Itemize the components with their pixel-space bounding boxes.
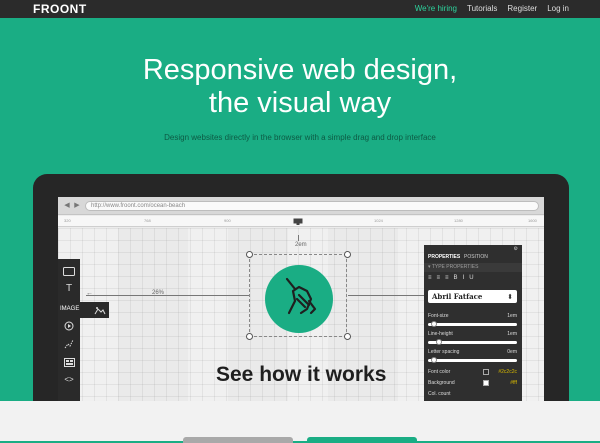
letter-spacing-slider[interactable] [428,357,517,363]
bottom-section [0,401,600,441]
align-right-icon[interactable]: ≡ [445,275,454,281]
font-size-value: 1em [507,313,517,319]
hero-title-line1: Responsive web design, [142,54,458,86]
nav-link-hiring[interactable]: We're hiring [415,4,457,13]
browser-chrome: ◀ ▶ http://www.froont.com/ocean-beach [58,197,544,215]
slider-knob[interactable] [431,357,437,363]
col-count-row: Col. count [428,391,517,397]
slider-knob[interactable] [436,339,442,345]
left-dimension-label: 26% [152,290,165,296]
align-left-icon[interactable]: ≡ [428,275,437,281]
slider-knob[interactable] [431,321,437,327]
top-dimension-label: 2em [295,242,307,248]
line-height-label: Line-height [428,331,453,337]
ruler-tick: 1024 [374,218,383,223]
video-icon [64,321,74,331]
chevron-right-icon[interactable]: ▶ [73,202,81,210]
properties-panel: ⚙ PROPERTIES POSITION ▾ TYPE PROPERTIES … [424,245,522,401]
bold-button[interactable]: B [454,275,463,281]
froont-logo[interactable]: FROONT [33,2,87,16]
background-value[interactable]: #fff [510,380,517,386]
top-dimension-line [298,235,299,241]
nav-links: We're hiring Tutorials Register Log in [415,4,569,13]
image-element[interactable] [265,265,333,333]
align-center-icon[interactable]: ≡ [437,275,446,281]
nav-link-login[interactable]: Log in [547,4,569,13]
arrow-left-icon: ← [86,290,93,297]
underline-button[interactable]: U [469,275,478,281]
canvas-heading[interactable]: See how it works [216,363,386,387]
text-tool[interactable]: T [58,281,80,297]
tab-position[interactable]: POSITION [464,254,488,260]
top-navbar: FROONT We're hiring Tutorials Register L… [0,0,600,18]
type-properties-label: TYPE PROPERTIES [431,264,479,270]
properties-tabs: PROPERTIES POSITION [424,253,522,262]
background-label: Background [428,380,455,386]
font-color-swatch[interactable] [483,369,489,375]
resize-handle[interactable] [246,251,253,258]
line-height-row: Line-height 1em [428,331,517,337]
col-count-label: Col. count [428,391,451,397]
font-color-row: Font color #2c2c2c [428,369,517,375]
resize-handle[interactable] [344,251,351,258]
box-icon [63,267,75,276]
tool-panel: T <> [58,259,80,401]
letter-spacing-row: Letter spacing 0em [428,349,517,355]
dropdown-arrow-icon: ⬍ [507,292,513,301]
ruler-tick: 320 [64,218,71,223]
font-color-label: Font color [428,369,451,375]
background-swatch[interactable] [483,380,489,386]
image-tool[interactable]: IMAGE [58,302,109,318]
font-color-value[interactable]: #2c2c2c [498,369,517,375]
letter-spacing-label: Letter spacing [428,349,460,355]
url-bar[interactable]: http://www.froont.com/ocean-beach [85,201,539,211]
resize-handle[interactable] [344,333,351,340]
chevron-left-icon[interactable]: ◀ [63,202,71,210]
font-size-slider[interactable] [428,321,517,327]
hero-subtitle: Design websites directly in the browser … [164,133,436,142]
ruler-tick: 768 [144,218,151,223]
background-row: Background #fff [428,380,517,386]
path-tool[interactable] [58,336,80,352]
secondary-cta-button[interactable] [183,437,293,443]
ruler-tick: 900 [224,218,231,223]
video-tool[interactable] [58,318,80,334]
font-select-value: Abril Fatface [432,292,483,301]
grid-column [118,228,188,401]
image-icon [94,307,106,315]
settings-icon[interactable]: ⚙ [514,246,518,252]
gallery-tool[interactable] [58,354,80,370]
type-properties-header[interactable]: ▾ TYPE PROPERTIES [424,263,522,272]
line-height-value: 1em [507,331,517,337]
tab-properties[interactable]: PROPERTIES [428,254,460,260]
gallery-icon [63,358,75,367]
monitor-icon[interactable] [293,218,303,225]
nav-link-tutorials[interactable]: Tutorials [467,4,497,13]
ruler-tick: 1600 [528,218,537,223]
pen-in-hand-icon [285,277,317,315]
right-dimension-line [348,295,424,296]
left-dimension-line [86,295,249,296]
text-format-buttons: ≡≡≡BIU [428,275,479,281]
primary-cta-button[interactable] [307,437,417,443]
letter-spacing-value: 0em [507,349,517,355]
font-size-row: Font-size 1em [428,313,517,319]
font-size-label: Font-size [428,313,449,319]
line-height-slider[interactable] [428,339,517,345]
box-tool[interactable] [58,263,80,279]
code-icon[interactable]: <> [58,372,80,388]
resize-handle[interactable] [246,333,253,340]
font-select[interactable]: Abril Fatface ⬍ [428,290,517,303]
image-tool-label: IMAGE [60,306,80,312]
nav-link-register[interactable]: Register [507,4,537,13]
ruler-tick: 1280 [454,218,463,223]
hero-title-line2: the visual way [208,87,392,119]
editor-screen: ◀ ▶ http://www.froont.com/ocean-beach 32… [58,197,544,401]
path-icon [64,339,74,349]
